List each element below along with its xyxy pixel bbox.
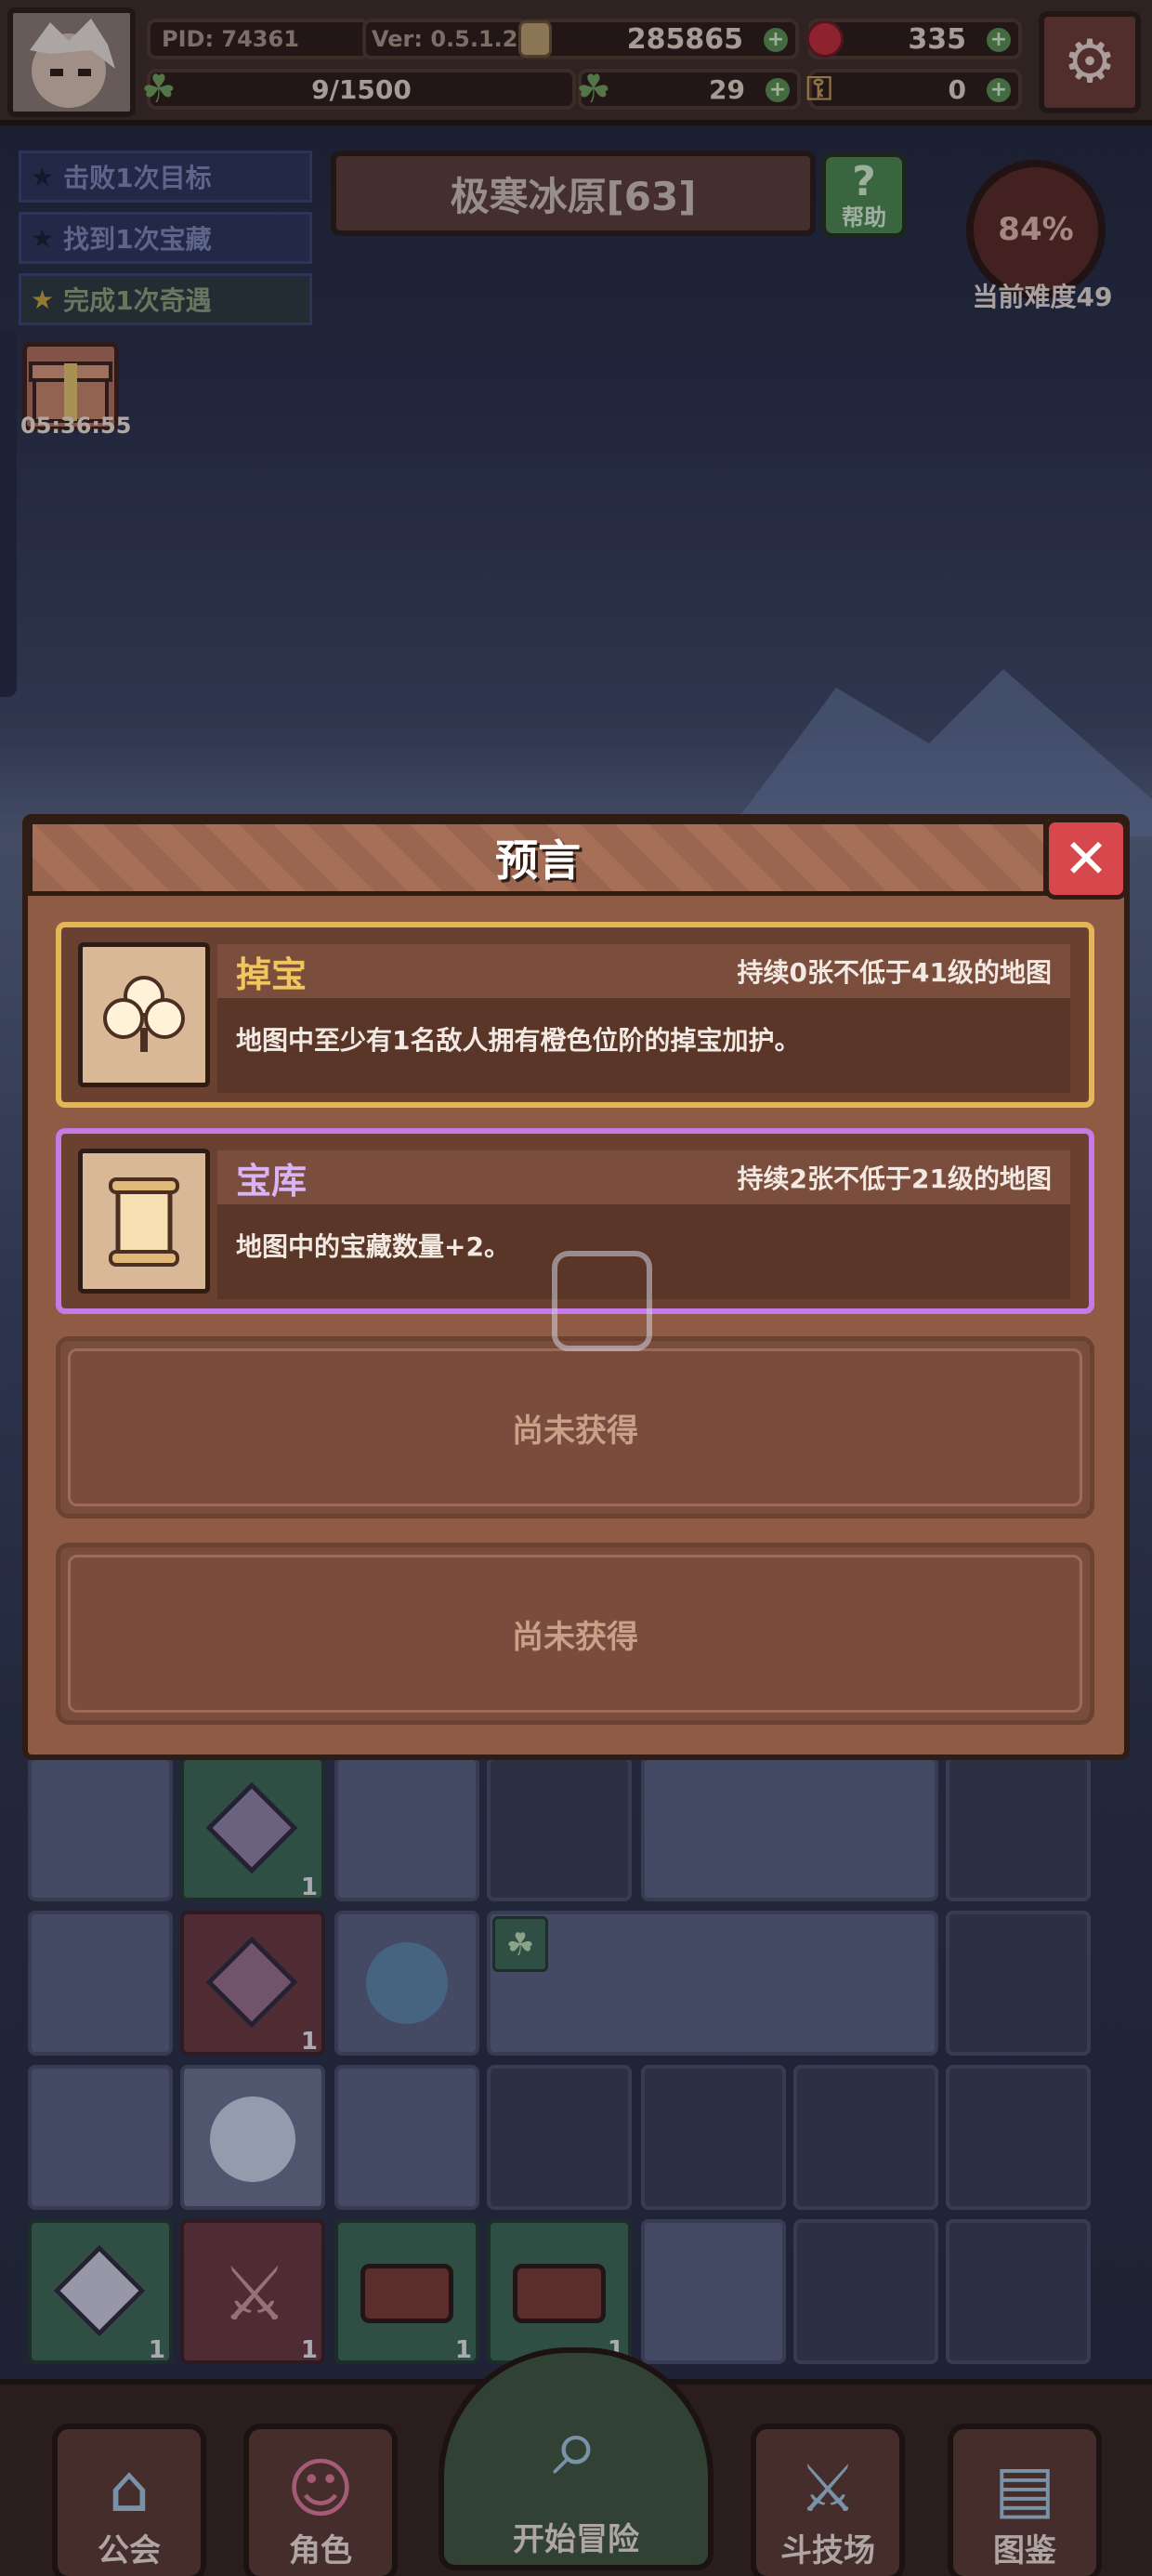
empty-prophecy-slot: 尚未获得 [56, 1336, 1094, 1518]
dialog-title: 预言 [28, 820, 1048, 896]
card-description: 地图中至少有1名敌人拥有橙色位阶的掉宝加护。 [236, 1025, 801, 1056]
card-requirement: 持续2张不低于21级的地图 [737, 1163, 1052, 1194]
card-header: 宝库 持续2张不低于21级的地图 [217, 1150, 1070, 1204]
prophecy-card-loot[interactable]: 掉宝 持续0张不低于41级的地图 地图中至少有1名敌人拥有橙色位阶的掉宝加护。 [56, 922, 1094, 1108]
card-name: 掉宝 [236, 953, 308, 995]
card-header: 掉宝 持续0张不低于41级的地图 [217, 944, 1070, 998]
card-icon-frame [78, 1149, 210, 1294]
card-icon-frame [78, 942, 210, 1087]
touch-focus-indicator [552, 1251, 652, 1351]
card-name: 宝库 [236, 1160, 308, 1202]
empty-prophecy-slot: 尚未获得 [56, 1543, 1094, 1725]
scroll-icon [109, 1177, 179, 1267]
close-icon: ✕ [1063, 827, 1109, 890]
slot-frame [68, 1555, 1082, 1713]
clover-icon [103, 976, 185, 1052]
slot-frame [68, 1348, 1082, 1506]
card-requirement: 持续0张不低于41级的地图 [737, 957, 1052, 988]
card-description: 地图中的宝藏数量+2。 [236, 1231, 510, 1262]
close-button[interactable]: ✕ [1044, 818, 1128, 900]
